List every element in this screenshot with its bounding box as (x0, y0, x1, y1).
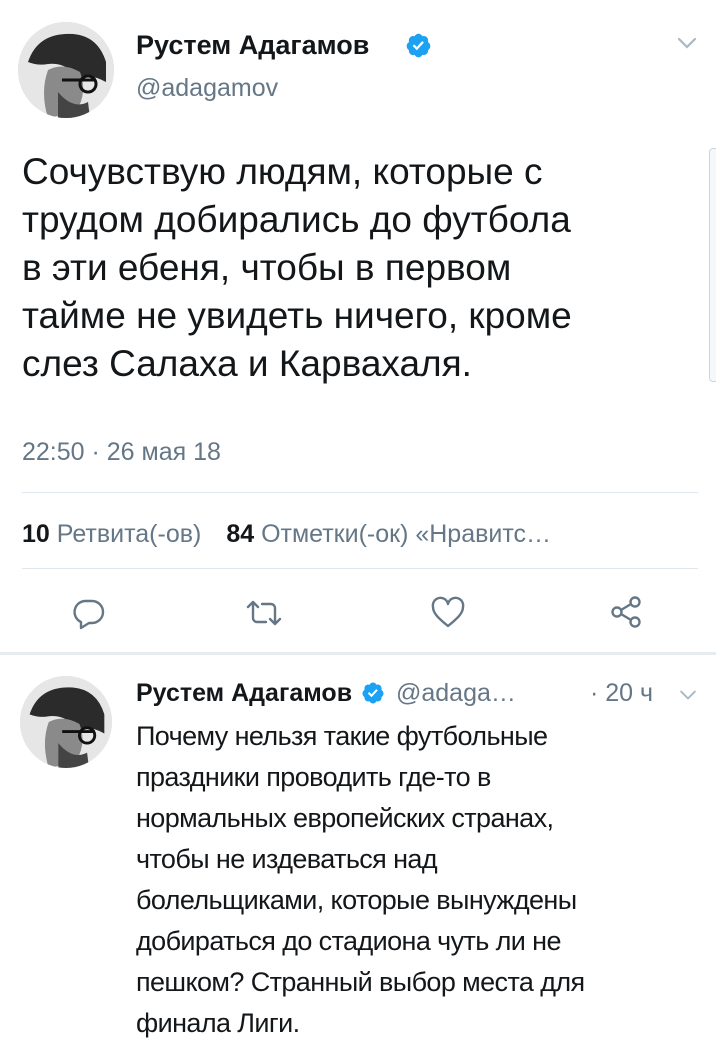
share-icon[interactable] (608, 594, 644, 630)
reply-text-line: финала Лиги. (136, 1008, 300, 1038)
divider (22, 568, 698, 569)
scrollbar[interactable] (709, 148, 716, 382)
likes-label: Отметки(-ок) «Нравитс… (261, 520, 552, 548)
chevron-down-icon[interactable] (676, 36, 698, 50)
tweet-text-line: в эти ебеня, чтобы в первом (22, 247, 512, 288)
reply-text-line: нормальных европейских странах, (136, 803, 554, 833)
section-divider (0, 652, 716, 655)
tweet-text-line: слез Салаха и Карвахаля. (22, 343, 472, 384)
reply-text-line: чтобы не издеваться над (136, 844, 438, 874)
divider (22, 492, 698, 493)
reply-author-avatar[interactable] (20, 676, 112, 768)
retweet-icon[interactable] (244, 598, 284, 628)
tweet-text: Сочувствую людям, которые с трудом добир… (22, 148, 702, 388)
retweets-label: Ретвита(-ов) (56, 520, 202, 548)
likes-count: 84 (226, 520, 255, 548)
reply-icon[interactable] (72, 596, 106, 630)
reply-text-line: добираться до стадиона чуть ли не (136, 926, 562, 956)
chevron-down-icon[interactable] (678, 688, 698, 700)
reply-text: Почему нельзя такие футбольные праздники… (136, 716, 702, 1044)
reply-text-line: Почему нельзя такие футбольные (136, 721, 548, 751)
retweets-stat[interactable]: 10 Ретвита(-ов) (22, 520, 208, 548)
author-avatar[interactable] (18, 22, 114, 118)
reply-author-name[interactable]: Рустем Адагамов (136, 679, 352, 707)
engagement-stats: 10 Ретвита(-ов) 84 Отметки(-ок) «Нравитс… (22, 518, 551, 550)
author-name[interactable]: Рустем Адагамов (136, 28, 369, 62)
avatar-photo (20, 676, 112, 768)
retweets-count: 10 (22, 520, 50, 548)
verified-badge-icon (361, 680, 385, 714)
verified-badge-icon (405, 32, 432, 59)
reply-text-line: болельщиками, которые вынуждены (136, 885, 577, 915)
author-handle[interactable]: @adagamov (136, 72, 278, 104)
tweet-timestamp[interactable]: 22:50 · 26 мая 18 (22, 436, 221, 468)
tweet-text-line: трудом добирались до футбола (22, 199, 571, 240)
reply-header: Рустем Адагамов @adaga… (136, 676, 516, 714)
likes-stat[interactable]: 84 Отметки(-ок) «Нравитс… (226, 520, 551, 548)
tweet-text-line: Сочувствую людям, которые с (22, 151, 543, 192)
reply-time[interactable]: · 20 ч (590, 676, 653, 710)
avatar-photo (18, 22, 114, 118)
reply-text-line: праздники проводить где-то в (136, 762, 491, 792)
reply-author-handle[interactable]: @adaga… (396, 679, 516, 707)
reply-text-line: пешком? Странный выбор места для (136, 967, 585, 997)
heart-icon[interactable] (430, 596, 466, 630)
tweet-text-line: тайме не увидеть ничего, кроме (22, 295, 572, 336)
